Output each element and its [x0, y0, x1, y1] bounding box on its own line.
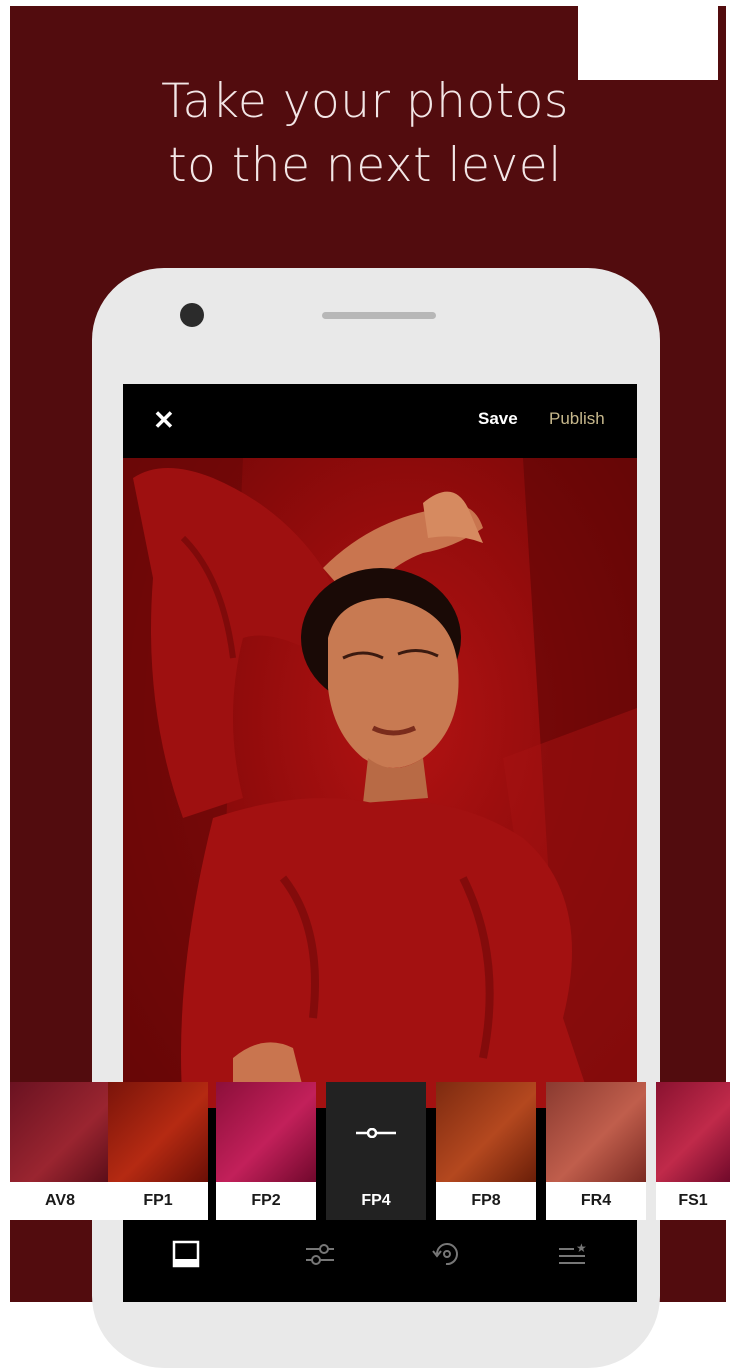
- filter-fp4[interactable]: FP4: [326, 1082, 426, 1220]
- history-tab[interactable]: [423, 1234, 469, 1274]
- filter-thumbnail: [326, 1082, 426, 1182]
- recipes-tab[interactable]: ★: [549, 1234, 595, 1274]
- filter-av8[interactable]: AV8: [10, 1082, 110, 1220]
- filter-thumbnail: [436, 1082, 536, 1182]
- svg-text:★: ★: [576, 1241, 587, 1255]
- editor-tab-bar: ★: [123, 1222, 637, 1290]
- filter-strip: AV8 FP1 FP2 FP4 FP8 FR4 FS1: [10, 1082, 730, 1220]
- filter-fp8[interactable]: FP8: [436, 1082, 536, 1220]
- headline-line-1: Take your photos: [161, 74, 569, 129]
- filter-thumbnail: [656, 1082, 730, 1182]
- filter-thumbnail: [216, 1082, 316, 1182]
- filter-fp1[interactable]: FP1: [108, 1082, 208, 1220]
- filter-fs1[interactable]: FS1: [656, 1082, 730, 1220]
- publish-button[interactable]: Publish: [549, 409, 605, 429]
- headline-line-2: to the next level: [168, 138, 562, 193]
- sliders-icon: [306, 1244, 334, 1265]
- editor-top-bar: ✕ Save Publish: [123, 384, 637, 458]
- history-icon: [432, 1243, 458, 1266]
- filter-label: FP2: [216, 1182, 316, 1220]
- promo-headline: Take your photos to the next level: [0, 70, 730, 198]
- front-camera: [180, 303, 204, 327]
- save-button[interactable]: Save: [478, 409, 518, 429]
- filter-label: FP1: [108, 1182, 208, 1220]
- filter-thumbnail: [108, 1082, 208, 1182]
- portrait-illustration: [123, 458, 637, 1108]
- blank-corner-box: [578, 6, 718, 80]
- filter-label: FS1: [656, 1182, 730, 1220]
- phone-speaker: [322, 312, 436, 319]
- filter-fr4[interactable]: FR4: [546, 1082, 646, 1220]
- edited-photo: [123, 458, 637, 1108]
- filter-label: FP4: [326, 1182, 426, 1220]
- filter-thumbnail: [546, 1082, 646, 1182]
- filter-thumbnail: [10, 1082, 110, 1182]
- close-icon[interactable]: ✕: [153, 406, 175, 434]
- adjust-tab[interactable]: [297, 1234, 343, 1274]
- filter-fp2[interactable]: FP2: [216, 1082, 316, 1220]
- square-frame-icon: [172, 1240, 200, 1268]
- filter-label: AV8: [10, 1182, 110, 1220]
- list-star-icon: ★: [559, 1241, 587, 1264]
- filter-label: FP8: [436, 1182, 536, 1220]
- slider-icon: [356, 1128, 396, 1138]
- filters-tab[interactable]: [163, 1234, 209, 1274]
- filter-label: FR4: [546, 1182, 646, 1220]
